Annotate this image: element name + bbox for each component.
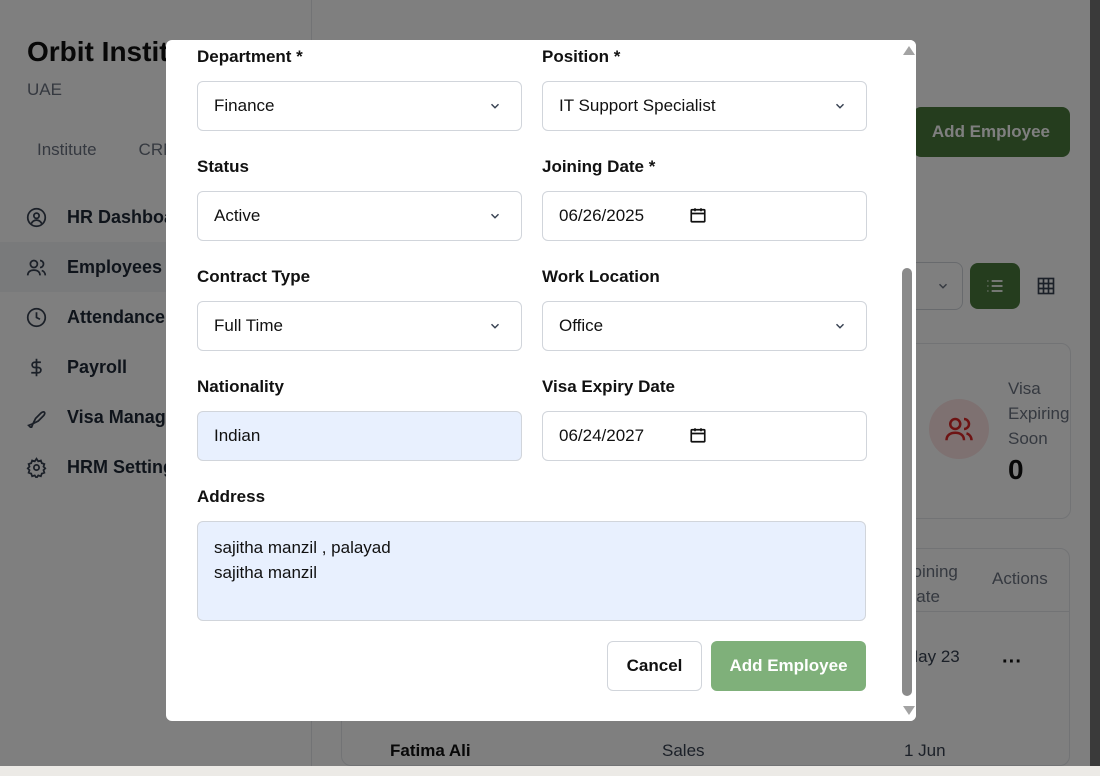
address-label: Address	[197, 487, 266, 506]
status-select[interactable]: Active	[197, 191, 522, 241]
modal-scrollbar[interactable]	[899, 40, 916, 721]
add-employee-submit-button[interactable]: Add Employee	[711, 641, 866, 691]
joining-date-value: 06/26/2025	[559, 206, 645, 225]
joining-date-input[interactable]: 06/26/2025	[542, 191, 867, 241]
visa-expiry-input[interactable]: 06/24/2027	[542, 411, 867, 461]
visa-expiry-value: 06/24/2027	[559, 426, 645, 445]
work-location-value: Office	[559, 316, 604, 335]
taskbar-strip	[0, 766, 1100, 776]
nationality-input[interactable]: Indian	[197, 411, 522, 461]
calendar-icon[interactable]	[689, 206, 707, 224]
chevron-down-icon	[835, 323, 845, 329]
chevron-down-icon	[490, 323, 500, 329]
contract-type-select[interactable]: Full Time	[197, 301, 522, 351]
address-textarea[interactable]: sajitha manzil , palayad sajitha manzil	[197, 521, 866, 621]
chevron-down-icon	[490, 103, 500, 109]
visa-expiry-label: Visa Expiry Date	[542, 377, 675, 396]
work-location-select[interactable]: Office	[542, 301, 867, 351]
department-value: Finance	[214, 96, 275, 115]
position-select[interactable]: IT Support Specialist	[542, 81, 867, 131]
contract-type-value: Full Time	[214, 316, 283, 335]
position-value: IT Support Specialist	[559, 96, 716, 115]
add-employee-modal: Department * Finance Position * IT Suppo…	[166, 40, 916, 721]
status-value: Active	[214, 206, 261, 225]
work-location-label: Work Location	[542, 267, 660, 286]
position-label: Position *	[542, 47, 621, 66]
department-select[interactable]: Finance	[197, 81, 522, 131]
calendar-icon[interactable]	[689, 426, 707, 444]
address-line: sajitha manzil , palayad	[214, 538, 391, 557]
scrollbar-thumb[interactable]	[902, 268, 912, 696]
chevron-down-icon	[835, 103, 845, 109]
contract-type-label: Contract Type	[197, 267, 311, 286]
chevron-down-icon	[490, 213, 500, 219]
nationality-label: Nationality	[197, 377, 284, 396]
cancel-button[interactable]: Cancel	[607, 641, 702, 691]
nationality-value: Indian	[214, 426, 261, 445]
scroll-up-arrow-icon[interactable]	[903, 46, 915, 55]
address-line: sajitha manzil	[214, 563, 317, 582]
joining-date-label: Joining Date *	[542, 157, 656, 176]
department-label: Department *	[197, 47, 303, 66]
scroll-down-arrow-icon[interactable]	[903, 706, 915, 715]
status-label: Status	[197, 157, 249, 176]
window-edge	[1090, 0, 1100, 766]
